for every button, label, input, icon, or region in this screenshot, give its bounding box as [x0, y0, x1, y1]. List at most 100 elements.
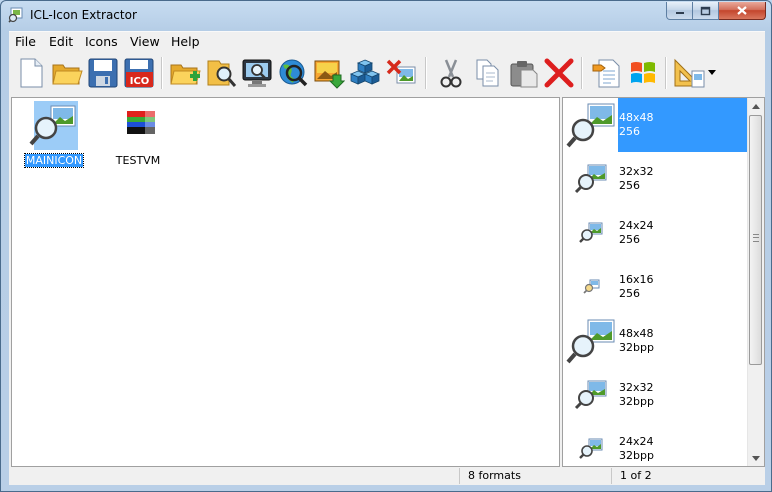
minimize-icon: [675, 11, 684, 14]
icon-label: TESTVM: [115, 154, 161, 167]
menu-edit[interactable]: Edit: [49, 34, 73, 49]
format-size: 48x48: [619, 327, 654, 340]
scroll-thumb[interactable]: [749, 115, 762, 365]
format-size: 24x24: [619, 219, 654, 232]
cut-button[interactable]: [433, 55, 469, 91]
scroll-down-button[interactable]: [748, 450, 764, 466]
menu-bar: File Edit Icons View Help: [9, 31, 765, 51]
format-item[interactable]: 24x24 32bpp: [564, 422, 746, 466]
windows-logo-icon: [631, 62, 655, 83]
browse-folder-button[interactable]: [203, 55, 239, 91]
import-image-button[interactable]: [311, 55, 347, 91]
status-main: [9, 468, 459, 484]
red-x-icon: [544, 58, 574, 88]
window-title: ICL-Icon Extractor: [30, 8, 137, 22]
toolbar-overflow-dropdown[interactable]: [705, 55, 719, 91]
format-depth: 32bpp: [619, 395, 654, 408]
image-import-icon: [314, 60, 345, 89]
format-depth: 256: [619, 233, 640, 246]
copy-icon: [476, 59, 499, 87]
chevron-down-icon: [708, 70, 716, 75]
search-web-button[interactable]: [275, 55, 311, 91]
monitor-search-icon: [242, 59, 272, 87]
paste-button[interactable]: [505, 55, 541, 91]
icon-label: MAINICON: [23, 153, 85, 168]
add-folder-button[interactable]: [167, 55, 203, 91]
save-button[interactable]: [85, 55, 121, 91]
windows-button[interactable]: [625, 55, 661, 91]
mainicon-icon: [29, 101, 78, 151]
format-size: 32x32: [619, 381, 654, 394]
arrow-down-icon: [752, 455, 760, 461]
icon-list-pane[interactable]: MAINICON TESTVM: [11, 97, 560, 467]
set-square-icon: [674, 58, 705, 88]
maximize-icon: [700, 6, 711, 15]
save-ico-icon: ICO: [124, 58, 154, 88]
close-button[interactable]: [719, 2, 766, 20]
new-file-button[interactable]: [13, 55, 49, 91]
format-preview-icon: [582, 279, 599, 294]
status-page: 1 of 2: [611, 468, 765, 484]
format-preview-icon: [565, 103, 614, 148]
title-bar[interactable]: ICL-Icon Extractor: [1, 1, 771, 30]
globe-search-icon: [279, 59, 308, 87]
cubes-icon: [349, 59, 381, 85]
format-item[interactable]: 24x24 256: [564, 206, 746, 260]
format-depth: 32bpp: [619, 341, 654, 354]
search-computer-button[interactable]: [239, 55, 275, 91]
menu-help[interactable]: Help: [171, 34, 200, 49]
delete-button[interactable]: [541, 55, 577, 91]
scissors-icon: [440, 59, 462, 88]
format-depth: 256: [619, 125, 640, 138]
format-preview-icon: [578, 438, 602, 459]
menu-file[interactable]: File: [15, 34, 36, 49]
format-list-pane[interactable]: 48x48 256 32x32 256 24x24 256 16x16 256 48x4…: [562, 97, 765, 467]
icon-item-mainicon[interactable]: MAINICON: [23, 100, 85, 168]
format-item[interactable]: 48x48 32bpp: [564, 314, 746, 368]
testvm-icon: [127, 111, 155, 134]
image-remove-icon: [386, 59, 416, 84]
icon-item-testvm[interactable]: TESTVM: [108, 100, 168, 167]
open-folder-icon: [52, 64, 83, 85]
status-format-count: 8 formats: [459, 468, 611, 484]
ico-badge: ICO: [130, 76, 150, 87]
close-icon: [737, 6, 747, 15]
format-depth: 256: [619, 179, 640, 192]
client-area: MAINICON TESTVM 48x48 256 32x32 256 24x2…: [9, 96, 765, 485]
remove-image-button[interactable]: [383, 55, 419, 91]
open-folder-button[interactable]: [49, 55, 85, 91]
menu-icons[interactable]: Icons: [85, 34, 118, 49]
format-depth: 256: [619, 287, 640, 300]
format-preview-icon: [574, 380, 606, 410]
paste-icon: [510, 61, 538, 88]
format-size: 32x32: [619, 165, 654, 178]
scroll-up-button[interactable]: [748, 98, 764, 114]
format-size: 48x48: [619, 111, 654, 124]
save-ico-button[interactable]: ICO: [121, 55, 157, 91]
folder-search-icon: [207, 60, 237, 87]
maximize-button[interactable]: [693, 2, 719, 20]
arrow-up-icon: [752, 103, 760, 109]
toolbar: ICO: [9, 51, 765, 96]
menu-view[interactable]: View: [130, 34, 160, 49]
format-item[interactable]: 16x16 256: [564, 260, 746, 314]
format-size: 24x24: [619, 435, 654, 448]
format-list-scrollbar[interactable]: [747, 98, 764, 466]
properties-icon: [592, 59, 620, 88]
format-preview-icon: [578, 222, 602, 243]
floppy-disk-icon: [88, 58, 118, 88]
app-icon[interactable]: [8, 7, 24, 23]
format-item[interactable]: 32x32 256: [564, 152, 746, 206]
copy-button[interactable]: [469, 55, 505, 91]
minimize-button[interactable]: [666, 2, 693, 20]
properties-button[interactable]: [589, 55, 625, 91]
new-document-icon: [20, 58, 43, 88]
format-depth: 32bpp: [619, 449, 654, 462]
format-item[interactable]: 48x48 256: [564, 98, 747, 152]
extract-resources-button[interactable]: [347, 55, 383, 91]
format-item[interactable]: 32x32 32bpp: [564, 368, 746, 422]
format-preview-icon: [565, 319, 614, 364]
format-size: 16x16: [619, 273, 654, 286]
folder-add-icon: [170, 64, 201, 85]
tools-button[interactable]: [671, 55, 707, 91]
